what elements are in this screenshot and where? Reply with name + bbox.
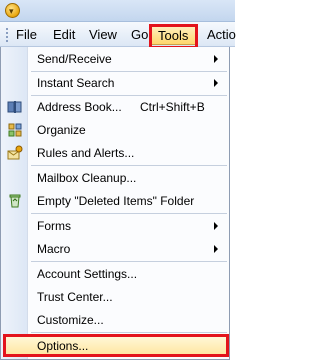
menu-go[interactable]: Go — [130, 27, 149, 42]
title-bar: ▾ — [0, 0, 235, 22]
menu-edit[interactable]: Edit — [52, 27, 76, 42]
submenu-arrow-icon — [214, 55, 218, 63]
submenu-arrow-icon — [214, 222, 218, 230]
menu-item-label: Customize... — [37, 313, 104, 327]
menu-item-label: Rules and Alerts... — [37, 146, 135, 160]
menu-item-customize[interactable]: Customize... — [1, 309, 229, 331]
menu-item-label: Empty "Deleted Items" Folder — [37, 194, 195, 208]
menu-item-forms[interactable]: Forms — [1, 215, 229, 237]
menu-item-mailbox-cleanup[interactable]: Mailbox Cleanup... — [1, 167, 229, 189]
toolbar-grip-icon[interactable] — [5, 27, 9, 42]
submenu-arrow-icon — [214, 245, 218, 253]
recycle-bin-icon — [7, 193, 23, 209]
menu-item-label: Account Settings... — [37, 267, 138, 281]
menu-item-options[interactable]: Options... — [5, 336, 227, 356]
menu-item-address-book[interactable]: Address Book... Ctrl+Shift+B — [1, 96, 229, 118]
menu-item-account-settings[interactable]: Account Settings... — [1, 263, 229, 285]
submenu-arrow-icon — [214, 79, 218, 87]
shortcut-label: Ctrl+Shift+B — [140, 100, 205, 114]
rules-alerts-icon — [7, 145, 23, 161]
menu-separator — [31, 261, 227, 262]
menu-separator — [31, 213, 227, 214]
menu-view[interactable]: View — [88, 27, 118, 42]
menu-item-rules-alerts[interactable]: Rules and Alerts... — [1, 142, 229, 164]
menu-item-trust-center[interactable]: Trust Center... — [1, 286, 229, 308]
menu-item-label: Options... — [37, 339, 89, 353]
menu-separator — [31, 332, 227, 333]
menu-item-label: Send/Receive — [37, 52, 112, 66]
menu-item-label: Instant Search — [37, 76, 115, 90]
menu-item-label: Organize — [37, 123, 86, 137]
menu-item-instant-search[interactable]: Instant Search — [1, 72, 229, 94]
menu-bar: File Edit View Go Tools Actio — [0, 22, 237, 47]
menu-item-empty-deleted-items[interactable]: Empty "Deleted Items" Folder — [1, 190, 229, 212]
tools-dropdown-menu: Send/Receive Instant Search Address Book… — [0, 47, 230, 360]
menu-tools[interactable]: Tools — [151, 24, 197, 45]
menu-actions[interactable]: Actio — [206, 27, 237, 42]
address-book-icon — [7, 99, 23, 115]
menu-item-organize[interactable]: Organize — [1, 119, 229, 141]
menu-file[interactable]: File — [15, 27, 38, 42]
menu-item-label: Trust Center... — [37, 290, 113, 304]
menu-item-label: Mailbox Cleanup... — [37, 171, 137, 185]
organize-icon — [7, 122, 23, 138]
menu-item-send-receive[interactable]: Send/Receive — [1, 48, 229, 70]
menu-separator — [31, 165, 227, 166]
menu-item-label: Forms — [37, 219, 71, 233]
office-orb-icon[interactable]: ▾ — [5, 3, 20, 18]
menu-item-macro[interactable]: Macro — [1, 238, 229, 260]
menu-item-label: Macro — [37, 242, 71, 256]
menu-item-label: Address Book... — [37, 100, 122, 114]
